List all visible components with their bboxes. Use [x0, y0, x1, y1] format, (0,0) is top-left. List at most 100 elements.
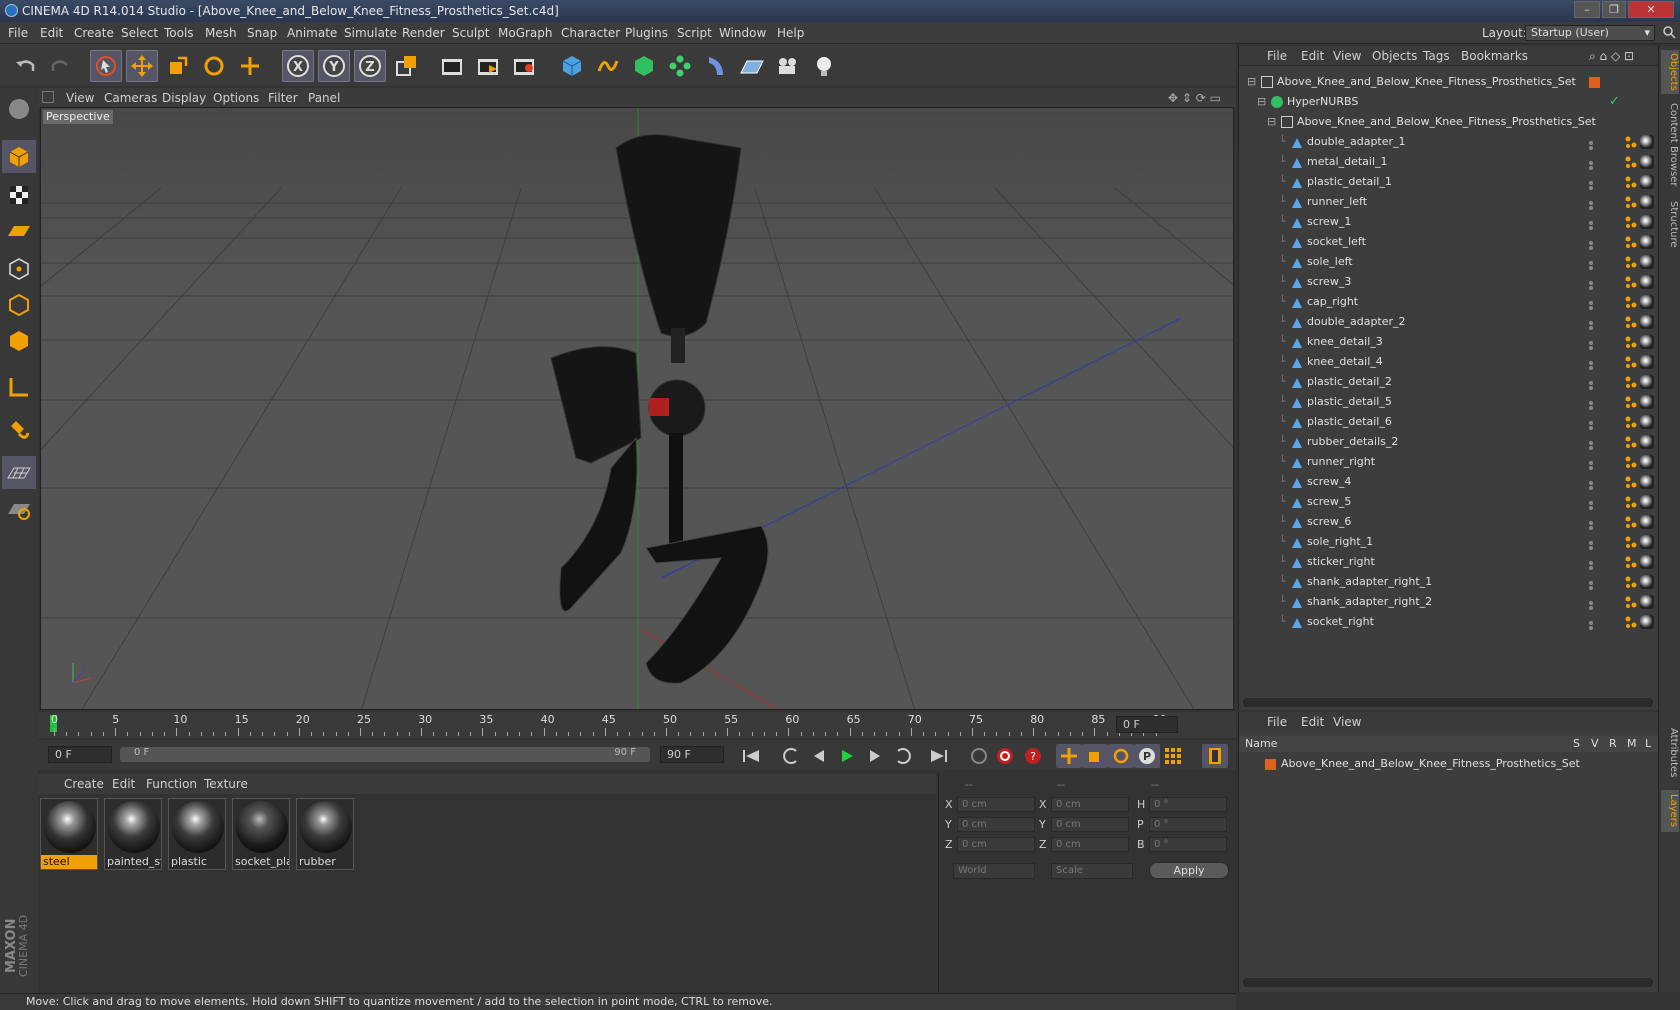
- rotation-p-field[interactable]: 0 °: [1149, 817, 1227, 832]
- material-menu-texture[interactable]: Texture: [204, 777, 248, 791]
- current-frame-field[interactable]: 0 F: [48, 746, 112, 763]
- material-rubber[interactable]: rubber: [296, 798, 354, 870]
- object-menu-edit[interactable]: Edit: [1301, 49, 1324, 63]
- layer-menu-view[interactable]: View: [1333, 715, 1361, 729]
- redo-icon[interactable]: [44, 50, 76, 82]
- menu-tools[interactable]: Tools: [164, 26, 194, 40]
- phong-tag-icon[interactable]: [1624, 415, 1638, 429]
- visibility-dots-icon[interactable]: [1588, 157, 1598, 170]
- menu-window[interactable]: Window: [719, 26, 766, 40]
- phong-tag-icon[interactable]: [1624, 275, 1638, 289]
- rotation-h-field[interactable]: 0 °: [1149, 797, 1227, 812]
- visibility-dots-icon[interactable]: [1588, 537, 1598, 550]
- object-row-root[interactable]: ⊟ Above_Knee_and_Below_Knee_Fitness_Pros…: [1239, 72, 1649, 92]
- material-tag-icon[interactable]: [1640, 595, 1654, 609]
- material-painted-steel[interactable]: painted_st: [104, 798, 162, 870]
- rotation-b-field[interactable]: 0 °: [1149, 837, 1227, 852]
- object-row[interactable]: └ shank_adapter_right_2: [1239, 592, 1654, 612]
- menu-plugins[interactable]: Plugins: [625, 26, 668, 40]
- menu-simulate[interactable]: Simulate: [344, 26, 397, 40]
- record-keys-icon[interactable]: [992, 744, 1018, 768]
- material-socket-plastic[interactable]: socket_plas: [232, 798, 290, 870]
- material-plastic[interactable]: plastic: [168, 798, 226, 870]
- tab-content-browser[interactable]: Content Browser: [1661, 100, 1679, 190]
- material-tag-icon[interactable]: [1640, 315, 1654, 329]
- object-menu-bookmarks[interactable]: Bookmarks: [1461, 49, 1528, 63]
- menu-file[interactable]: File: [8, 26, 28, 40]
- tab-structure[interactable]: Structure: [1661, 196, 1679, 252]
- object-row[interactable]: └ shank_adapter_right_1: [1239, 572, 1654, 592]
- search-icon[interactable]: [1662, 25, 1676, 39]
- visibility-dots-icon[interactable]: [1588, 297, 1598, 310]
- key-position-icon[interactable]: [1056, 744, 1082, 768]
- phong-tag-icon[interactable]: [1624, 255, 1638, 269]
- material-tag-icon[interactable]: [1640, 395, 1654, 409]
- visibility-dots-icon[interactable]: [1588, 617, 1598, 630]
- move-tool-icon[interactable]: [126, 50, 158, 82]
- object-row[interactable]: └ socket_left: [1239, 232, 1654, 252]
- object-row[interactable]: └ knee_detail_3: [1239, 332, 1654, 352]
- key-rotation-icon[interactable]: [1108, 744, 1134, 768]
- position-y-field[interactable]: 0 cm: [957, 817, 1035, 832]
- key-pla-icon[interactable]: [1160, 744, 1186, 768]
- phong-tag-icon[interactable]: [1624, 455, 1638, 469]
- material-menu-edit[interactable]: Edit: [112, 777, 135, 791]
- check-icon[interactable]: ✓: [1609, 92, 1620, 112]
- snap-icon[interactable]: [2, 414, 36, 447]
- viewport-menu-panel[interactable]: Panel: [308, 91, 340, 105]
- material-tag-icon[interactable]: [1640, 295, 1654, 309]
- go-to-start-icon[interactable]: [738, 744, 764, 768]
- object-row[interactable]: └ cap_right: [1239, 292, 1654, 312]
- floor-icon[interactable]: [736, 50, 768, 82]
- render-picture-viewer-icon[interactable]: [472, 50, 504, 82]
- visibility-dots-icon[interactable]: [1588, 517, 1598, 530]
- menu-snap[interactable]: Snap: [247, 26, 277, 40]
- cube-primitive-icon[interactable]: [556, 50, 588, 82]
- object-menu-objects[interactable]: Objects: [1372, 49, 1417, 63]
- render-settings-icon[interactable]: [508, 50, 540, 82]
- object-row-hypernurbs[interactable]: ⊟ HyperNURBS ✓: [1239, 92, 1649, 112]
- phong-tag-icon[interactable]: [1624, 475, 1638, 489]
- material-tag-icon[interactable]: [1640, 515, 1654, 529]
- previous-key-icon[interactable]: [778, 744, 804, 768]
- menu-sculpt[interactable]: Sculpt: [452, 26, 489, 40]
- polygons-mode-icon[interactable]: [2, 324, 36, 357]
- object-menu-tags[interactable]: Tags: [1423, 49, 1450, 63]
- object-row[interactable]: └ socket_right: [1239, 612, 1654, 632]
- phong-tag-icon[interactable]: [1624, 535, 1638, 549]
- phong-tag-icon[interactable]: [1624, 175, 1638, 189]
- collapse-icon[interactable]: ⊟: [1247, 72, 1256, 92]
- object-row[interactable]: └ plastic_detail_5: [1239, 392, 1654, 412]
- tab-objects[interactable]: Objects: [1661, 50, 1679, 94]
- object-row[interactable]: └ double_adapter_1: [1239, 132, 1654, 152]
- object-row[interactable]: └ rubber_details_2: [1239, 432, 1654, 452]
- size-z-field[interactable]: 0 cm: [1051, 837, 1129, 852]
- phong-tag-icon[interactable]: [1624, 575, 1638, 589]
- go-to-end-icon[interactable]: [926, 744, 952, 768]
- locking-workplane-icon[interactable]: [2, 492, 36, 525]
- motion-record-icon[interactable]: [966, 744, 992, 768]
- visibility-dots-icon[interactable]: [1588, 457, 1598, 470]
- viewport-menu-cameras[interactable]: Cameras: [104, 91, 157, 105]
- layout-select[interactable]: Startup (User) ▾: [1525, 25, 1655, 41]
- position-x-field[interactable]: 0 cm: [957, 797, 1035, 812]
- material-tag-icon[interactable]: [1640, 275, 1654, 289]
- phong-tag-icon[interactable]: [1624, 595, 1638, 609]
- live-selection-icon[interactable]: [90, 50, 122, 82]
- menu-help[interactable]: Help: [777, 26, 804, 40]
- menu-edit[interactable]: Edit: [40, 26, 63, 40]
- object-row[interactable]: └ plastic_detail_1: [1239, 172, 1654, 192]
- timeline-end-field[interactable]: 0 F: [1116, 716, 1178, 733]
- material-tag-icon[interactable]: [1640, 215, 1654, 229]
- viewport-menu-display[interactable]: Display: [162, 91, 206, 105]
- object-row[interactable]: └ screw_6: [1239, 512, 1654, 532]
- coordinate-system-icon[interactable]: [390, 50, 422, 82]
- visibility-dots-icon[interactable]: [1588, 377, 1598, 390]
- material-steel[interactable]: steel: [40, 798, 98, 870]
- position-z-field[interactable]: 0 cm: [957, 837, 1035, 852]
- material-tag-icon[interactable]: [1640, 375, 1654, 389]
- world-select[interactable]: World: [953, 863, 1035, 879]
- visibility-dots-icon[interactable]: [1588, 217, 1598, 230]
- material-tag-icon[interactable]: [1640, 575, 1654, 589]
- phong-tag-icon[interactable]: [1624, 435, 1638, 449]
